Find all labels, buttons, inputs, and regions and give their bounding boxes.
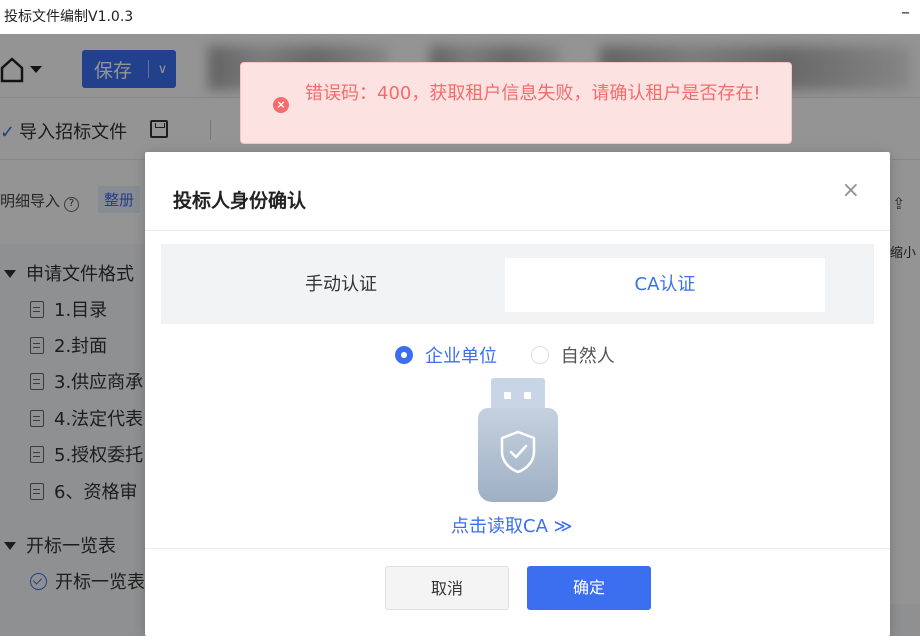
radio-enterprise[interactable]: 企业单位: [395, 342, 497, 368]
usb-body: [478, 408, 558, 502]
dialog-header-divider: [145, 230, 890, 231]
radio-natural-person[interactable]: 自然人: [530, 342, 615, 368]
tab-manual-auth[interactable]: 手动认证: [181, 258, 501, 312]
read-ca-link[interactable]: 点击读取CA ≫: [451, 512, 572, 538]
radio-dot[interactable]: [530, 346, 549, 364]
radio-label: 自然人: [560, 346, 615, 367]
shield-check-icon: [500, 430, 536, 474]
window-title: 投标文件编制V1.0.3: [4, 9, 134, 25]
dialog-title: 投标人身份确认: [173, 190, 307, 212]
error-icon: ×: [273, 97, 289, 113]
auth-tabs: 手动认证 CA认证: [161, 244, 874, 324]
error-toast: × 错误码：400，获取租户信息失败，请确认租户是否存在!: [240, 62, 792, 144]
close-icon[interactable]: ×: [842, 178, 860, 203]
window-titlebar: 投标文件编制V1.0.3 –: [0, 0, 920, 34]
entity-type-radio-group: 企业单位 自然人: [395, 342, 643, 369]
identity-confirm-dialog: 投标人身份确认 × 手动认证 CA认证 企业单位 自然人 点击读取CA ≫ 取消…: [145, 152, 890, 636]
minimize-button[interactable]: –: [901, 2, 910, 23]
radio-dot-checked[interactable]: [395, 346, 413, 364]
confirm-button[interactable]: 确定: [527, 566, 651, 610]
usb-slot: [504, 392, 511, 399]
cancel-button[interactable]: 取消: [385, 566, 509, 610]
radio-label: 企业单位: [425, 346, 497, 367]
error-message: 错误码：400，获取租户信息失败，请确认租户是否存在!: [305, 83, 761, 104]
usb-key-icon: [478, 378, 558, 502]
tab-ca-auth[interactable]: CA认证: [505, 258, 825, 312]
dialog-footer-divider: [145, 548, 890, 549]
usb-slot: [524, 392, 531, 399]
